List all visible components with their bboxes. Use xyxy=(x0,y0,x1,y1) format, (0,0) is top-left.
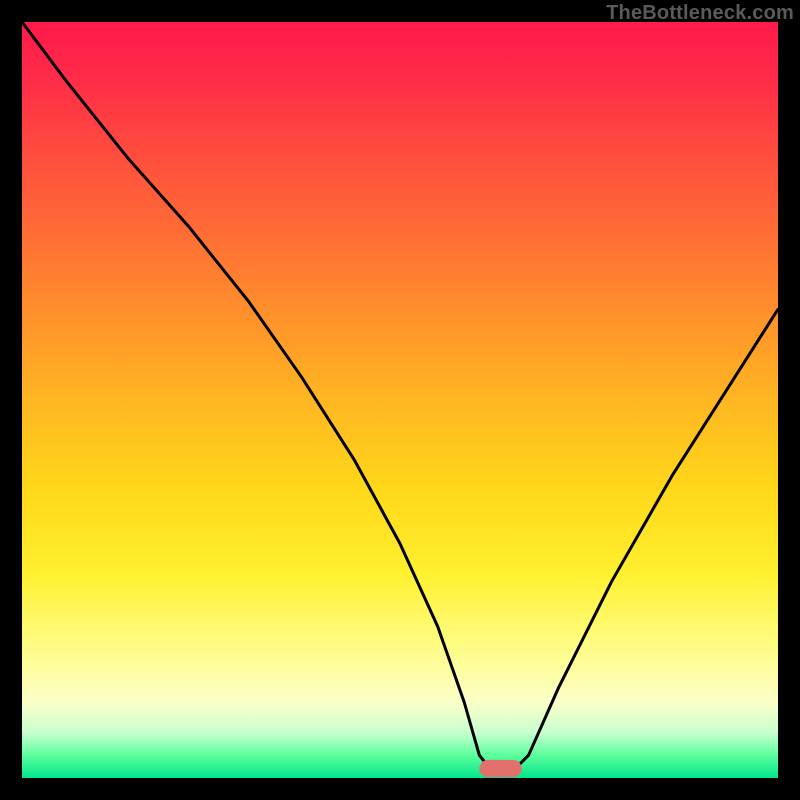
plot-area xyxy=(22,22,778,778)
optimal-point-marker xyxy=(479,760,521,777)
bottleneck-curve-svg xyxy=(22,22,778,778)
chart-frame: TheBottleneck.com xyxy=(0,0,800,800)
bottleneck-curve xyxy=(22,22,778,774)
watermark-text: TheBottleneck.com xyxy=(606,2,794,25)
